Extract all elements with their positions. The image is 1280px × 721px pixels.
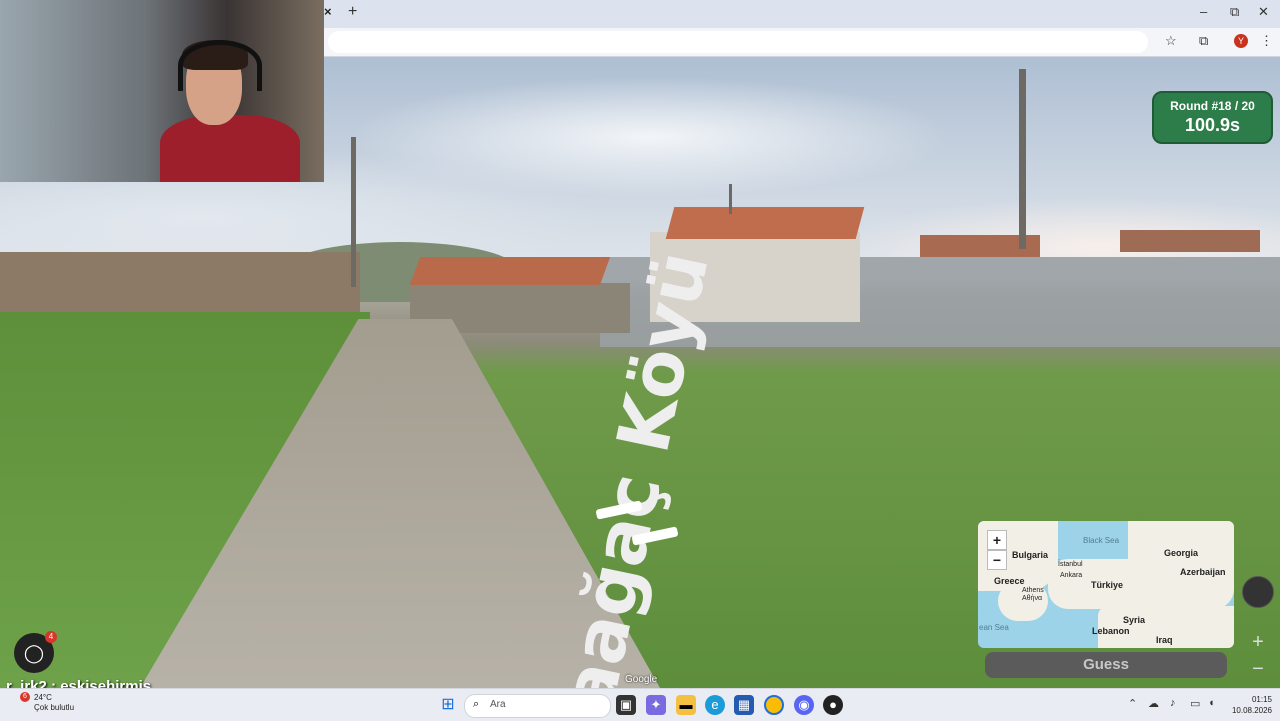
network-tray-icon[interactable]: ☁ (1148, 697, 1159, 710)
microphone-icon[interactable]: ♪ (1170, 697, 1176, 709)
minimap-zoom-out-button[interactable]: − (987, 550, 1007, 570)
guess-minimap[interactable]: Black Sea Georgia Bulgaria İstanbul Anka… (978, 521, 1234, 648)
tray-overflow-icon[interactable]: ⌃ (1128, 697, 1137, 710)
webcam-overlay (0, 0, 324, 182)
roof (409, 257, 611, 285)
clock-time: 01:15 (1251, 695, 1272, 704)
pano-zoom-out-button[interactable]: − (1246, 657, 1270, 681)
google-attribution: Google (625, 674, 658, 685)
map-label-athens-greek: Αθήνα (1022, 595, 1043, 602)
weather-condition: Çok bulutlu (34, 703, 75, 712)
profile-avatar[interactable]: Y (1234, 34, 1248, 48)
browser-menu-icon[interactable]: ⋮ (1260, 33, 1273, 49)
map-label-black-sea: Black Sea (1083, 536, 1120, 545)
close-window-button[interactable]: ✕ (1258, 4, 1269, 20)
map-label-istanbul: İstanbul (1058, 561, 1083, 568)
tab-close-icon[interactable]: × (324, 4, 334, 19)
utility-pole (351, 137, 356, 287)
guess-button[interactable]: Guess (985, 652, 1227, 678)
map-label-azerbaijan: Azerbaijan (1180, 567, 1226, 577)
utility-pole (1019, 69, 1026, 249)
browser-tab-bar: × + – ⧉ ✕ (324, 0, 1280, 28)
address-bar[interactable] (328, 31, 1148, 53)
store-icon[interactable]: ▦ (734, 695, 754, 715)
edge-icon[interactable]: e (705, 695, 725, 715)
map-label-athens: Athens (1022, 587, 1044, 594)
map-label-ankara: Ankara (1060, 572, 1083, 579)
pano-zoom-in-button[interactable]: + (1246, 630, 1270, 654)
map-label-lebanon: Lebanon (1092, 626, 1130, 636)
map-label-iraq: Iraq (1156, 635, 1173, 645)
map-label-aegean-sea: ean Sea (979, 623, 1009, 632)
antenna (729, 184, 732, 214)
copilot-icon[interactable]: ✦ (646, 695, 666, 715)
minimap-zoom-in-button[interactable]: + (987, 530, 1007, 550)
extensions-icon[interactable]: ⧉ (1199, 33, 1208, 49)
task-view-icon[interactable]: ▣ (616, 695, 636, 715)
search-icon: ⌕ (473, 698, 480, 710)
discord-icon[interactable]: ◉ (794, 695, 814, 715)
compass-icon[interactable] (1242, 576, 1274, 608)
obs-icon[interactable]: ● (823, 695, 843, 715)
chrome-icon[interactable] (764, 695, 784, 715)
bookmark-star-icon[interactable]: ☆ (1165, 33, 1177, 49)
clock-date: 10.08.2026 (1231, 706, 1272, 715)
roof (1120, 230, 1260, 252)
volume-icon[interactable]: ◖ (1208, 697, 1215, 709)
taskbar-clock[interactable]: 01:15 10.08.2026 (1226, 694, 1272, 716)
streamer-shirt (160, 115, 300, 182)
search-placeholder: Ara (490, 699, 506, 710)
new-tab-button[interactable]: + (348, 3, 357, 21)
round-timer-panel: Round #18 / 20 100.9s (1152, 91, 1273, 144)
file-explorer-icon[interactable]: ▬ (676, 695, 696, 715)
roof (665, 207, 865, 239)
map-label-turkiye: Türkiye (1091, 580, 1124, 590)
weather-badge: 6 (20, 692, 30, 702)
chat-badge: 4 (45, 631, 57, 643)
windows-start-icon[interactable]: ⊞ (438, 695, 458, 715)
map-label-greece: Greece (994, 576, 1025, 586)
headset (178, 40, 262, 91)
map-label-bulgaria: Bulgaria (1012, 550, 1049, 560)
round-counter: Round #18 / 20 (1170, 99, 1255, 113)
maximize-button[interactable]: ⧉ (1230, 4, 1239, 20)
round-timer: 100.9s (1184, 115, 1241, 135)
minimize-button[interactable]: – (1200, 4, 1207, 19)
windows-taskbar: 24°C Çok bulutlu 6 ⊞ ⌕ Ara ▣ ✦ ▬ e ▦ ◉ ●… (0, 688, 1280, 721)
map-label-syria: Syria (1123, 615, 1146, 625)
map-label-georgia: Georgia (1164, 548, 1199, 558)
browser-toolbar: ☆ ⧉ Y ⋮ (324, 28, 1280, 57)
taskbar-search[interactable]: ⌕ Ara (464, 694, 611, 718)
display-icon[interactable]: ▭ (1190, 697, 1200, 710)
